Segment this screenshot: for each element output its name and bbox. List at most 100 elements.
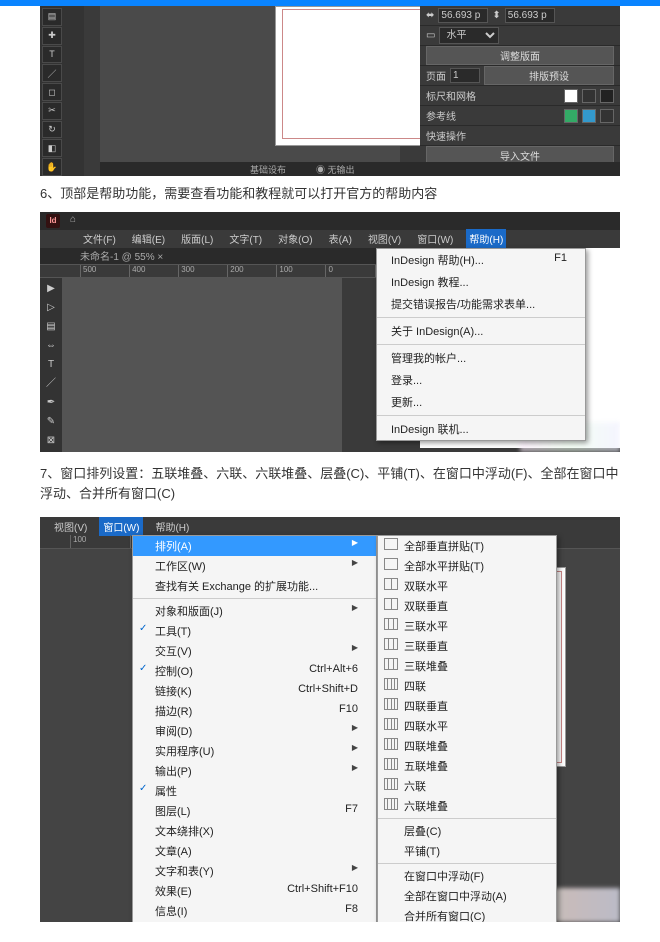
layout-icon bbox=[384, 798, 398, 810]
gap-tool-icon[interactable]: ⇔ bbox=[42, 337, 60, 355]
window-menu-item[interactable]: 颜色(C) bbox=[133, 921, 376, 922]
arrange-menu-item[interactable]: 三联垂直 bbox=[378, 636, 556, 656]
menu-item[interactable]: 视图(V) bbox=[365, 229, 404, 248]
menu-bar: 文件(F) 编辑(E) 版面(L) 文字(T) 对象(O) 表(A) 视图(V) 窗口(W) 帮… bbox=[40, 230, 620, 248]
help-menu-item[interactable]: 管理我的帐户... bbox=[377, 347, 585, 369]
menu-window[interactable]: 窗口(W) bbox=[99, 517, 143, 536]
arrange-menu-item[interactable]: 三联水平 bbox=[378, 616, 556, 636]
swatch-icon[interactable] bbox=[564, 109, 578, 123]
menu-help[interactable]: 帮助(H) bbox=[151, 517, 193, 536]
window-menu-item[interactable]: 效果(E)Ctrl+Shift+F10 bbox=[133, 881, 376, 901]
layout-icon bbox=[384, 778, 398, 790]
help-menu-item[interactable]: InDesign 教程... bbox=[377, 271, 585, 293]
window-menu-item[interactable]: 文本绕排(X) bbox=[133, 821, 376, 841]
swatch-icon[interactable] bbox=[582, 89, 596, 103]
swatch-icon[interactable] bbox=[564, 89, 578, 103]
help-menu-item[interactable]: 关于 InDesign(A)... bbox=[377, 320, 585, 342]
menu-item[interactable]: 窗口(W) bbox=[414, 229, 456, 248]
screenshot-window-arrange-menu: 视图(V) 窗口(W) 帮助(H) 1002003004005006007008… bbox=[40, 517, 620, 922]
tool-item[interactable]: ✚ bbox=[42, 27, 62, 45]
tool-item[interactable]: ◧ bbox=[42, 139, 62, 157]
arrange-menu-item[interactable]: 三联堆叠 bbox=[378, 656, 556, 676]
tool-item[interactable]: ↻ bbox=[42, 121, 62, 139]
menu-item[interactable]: 编辑(E) bbox=[129, 229, 168, 248]
window-menu-item[interactable]: 实用程序(U) bbox=[133, 741, 376, 761]
window-menu-item[interactable]: 审阅(D) bbox=[133, 721, 376, 741]
guides-label: 参考线 bbox=[426, 108, 456, 123]
window-menu-item[interactable]: ✓工具(T) bbox=[133, 621, 376, 641]
help-menu-item[interactable]: InDesign 联机... bbox=[377, 418, 585, 440]
layout-icon bbox=[384, 718, 398, 730]
menu-item[interactable]: 帮助(H) bbox=[466, 229, 506, 248]
arrange-menu-item[interactable]: 全部水平拼贴(T) bbox=[378, 556, 556, 576]
tool-item[interactable]: ✂ bbox=[42, 102, 62, 120]
selection-tool-icon[interactable]: ▶ bbox=[42, 280, 60, 298]
arrange-menu-item[interactable]: 四联 bbox=[378, 676, 556, 696]
page-tool-icon[interactable]: ▤ bbox=[42, 318, 60, 336]
width-input[interactable] bbox=[438, 8, 488, 23]
window-menu-item[interactable]: 信息(I)F8 bbox=[133, 901, 376, 921]
facing-pages-button[interactable]: 排版预设 bbox=[484, 66, 614, 85]
window-menu-item[interactable]: 对象和版面(J) bbox=[133, 601, 376, 621]
arrange-menu-item[interactable]: 平铺(T) bbox=[378, 841, 556, 861]
menu-view[interactable]: 视图(V) bbox=[50, 517, 91, 536]
arrange-menu-item[interactable]: 层叠(C) bbox=[378, 821, 556, 841]
rect-frame-tool-icon[interactable]: ⊠ bbox=[42, 432, 60, 450]
arrange-menu-item[interactable]: 五联堆叠 bbox=[378, 756, 556, 776]
screenshot-indesign-panels: ▤ ✚ T ／ ◻ ✂ ↻ ◧ ✋ ⬌ ⬍ ▭水平 调整版面 页面 排版预设 标… bbox=[40, 6, 620, 176]
swatch-icon[interactable] bbox=[600, 89, 614, 103]
swatch-icon[interactable] bbox=[600, 109, 614, 123]
line-tool-icon[interactable]: ／ bbox=[42, 375, 60, 393]
menu-item[interactable]: 版面(L) bbox=[178, 229, 216, 248]
layout-icon bbox=[384, 638, 398, 650]
arrange-menu-item[interactable]: 六联 bbox=[378, 776, 556, 796]
help-menu-item[interactable]: InDesign 帮助(H)...F1 bbox=[377, 249, 585, 271]
arrange-menu-item[interactable]: 全部垂直拼贴(T) bbox=[378, 536, 556, 556]
tool-item[interactable]: T bbox=[42, 46, 62, 64]
window-menu-item[interactable]: 描边(R)F10 bbox=[133, 701, 376, 721]
window-menu-item[interactable]: 交互(V) bbox=[133, 641, 376, 661]
height-input[interactable] bbox=[505, 8, 555, 23]
arrange-menu-item[interactable]: 六联堆叠 bbox=[378, 796, 556, 816]
adjust-layout-button[interactable]: 调整版面 bbox=[426, 46, 614, 65]
window-menu-item[interactable]: ✓控制(O)Ctrl+Alt+6 bbox=[133, 661, 376, 681]
arrange-menu-item[interactable]: 双联垂直 bbox=[378, 596, 556, 616]
window-menu-item[interactable]: 排列(A) bbox=[133, 536, 376, 556]
window-menu-item[interactable]: 图层(L)F7 bbox=[133, 801, 376, 821]
swatch-icon[interactable] bbox=[582, 109, 596, 123]
menu-item[interactable]: 表(A) bbox=[326, 229, 355, 248]
arrange-menu-item[interactable]: 双联水平 bbox=[378, 576, 556, 596]
tool-item[interactable]: ／ bbox=[42, 64, 62, 82]
tool-item[interactable]: ▤ bbox=[42, 8, 62, 26]
quick-actions-label: 快速操作 bbox=[426, 128, 466, 143]
caption-6: 6、顶部是帮助功能，需要查看功能和教程就可以打开官方的帮助内容 bbox=[40, 184, 620, 204]
arrange-menu-item[interactable]: 四联垂直 bbox=[378, 696, 556, 716]
arrange-menu-item[interactable]: 四联堆叠 bbox=[378, 736, 556, 756]
pages-input[interactable] bbox=[450, 68, 480, 83]
window-menu-item[interactable]: ✓属性 bbox=[133, 781, 376, 801]
window-menu-item[interactable]: 输出(P) bbox=[133, 761, 376, 781]
tool-item[interactable]: ✋ bbox=[42, 158, 62, 176]
window-menu-item[interactable]: 文章(A) bbox=[133, 841, 376, 861]
window-menu-item[interactable]: 文字和表(Y) bbox=[133, 861, 376, 881]
help-menu-item[interactable]: 登录... bbox=[377, 369, 585, 391]
type-tool-icon[interactable]: T bbox=[42, 356, 60, 374]
menu-item[interactable]: 文件(F) bbox=[80, 229, 119, 248]
arrange-menu-item[interactable]: 四联水平 bbox=[378, 716, 556, 736]
window-menu-item[interactable]: 链接(K)Ctrl+Shift+D bbox=[133, 681, 376, 701]
menu-item[interactable]: 文字(T) bbox=[226, 229, 265, 248]
tool-item[interactable]: ◻ bbox=[42, 83, 62, 101]
help-menu-item[interactable]: 更新... bbox=[377, 391, 585, 413]
pencil-tool-icon[interactable]: ✎ bbox=[42, 413, 60, 431]
help-menu-item[interactable]: 提交错误报告/功能需求表单... bbox=[377, 293, 585, 315]
arrange-menu-item[interactable]: 在窗口中浮动(F) bbox=[378, 866, 556, 886]
arrange-menu-item[interactable]: 合并所有窗口(C) bbox=[378, 906, 556, 922]
pen-tool-icon[interactable]: ✒ bbox=[42, 394, 60, 412]
window-menu-item[interactable]: 工作区(W) bbox=[133, 556, 376, 576]
orientation-select[interactable]: 水平 bbox=[439, 27, 499, 44]
window-menu-item[interactable]: 查找有关 Exchange 的扩展功能... bbox=[133, 576, 376, 596]
menu-item[interactable]: 对象(O) bbox=[275, 229, 315, 248]
home-icon[interactable]: ⌂ bbox=[66, 214, 80, 228]
direct-select-tool-icon[interactable]: ▷ bbox=[42, 299, 60, 317]
arrange-menu-item[interactable]: 全部在窗口中浮动(A) bbox=[378, 886, 556, 906]
